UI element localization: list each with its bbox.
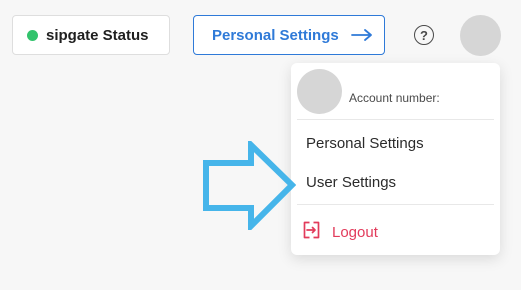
menu-divider-top: [297, 119, 494, 120]
logout-icon: [303, 221, 320, 243]
logout-button[interactable]: Logout: [303, 221, 378, 243]
menu-user-settings[interactable]: User Settings: [306, 174, 396, 191]
menu-divider-bottom: [297, 204, 494, 205]
help-icon[interactable]: ?: [414, 25, 434, 45]
menu-personal-settings[interactable]: Personal Settings: [306, 135, 424, 152]
status-indicator-icon: [27, 29, 38, 41]
highlight-arrow-icon: [203, 141, 296, 230]
personal-settings-label: Personal Settings: [212, 26, 339, 44]
personal-settings-button[interactable]: Personal Settings: [193, 15, 385, 55]
logout-label: Logout: [332, 223, 378, 241]
account-number-label: Account number:: [349, 91, 440, 105]
account-dropdown: Account number: Personal Settings User S…: [291, 63, 500, 255]
avatar-button[interactable]: [460, 15, 501, 56]
arrow-right-icon: [350, 28, 373, 42]
status-label: sipgate Status: [46, 26, 149, 44]
account-avatar: [297, 69, 342, 114]
sipgate-status-button[interactable]: sipgate Status: [12, 15, 170, 55]
